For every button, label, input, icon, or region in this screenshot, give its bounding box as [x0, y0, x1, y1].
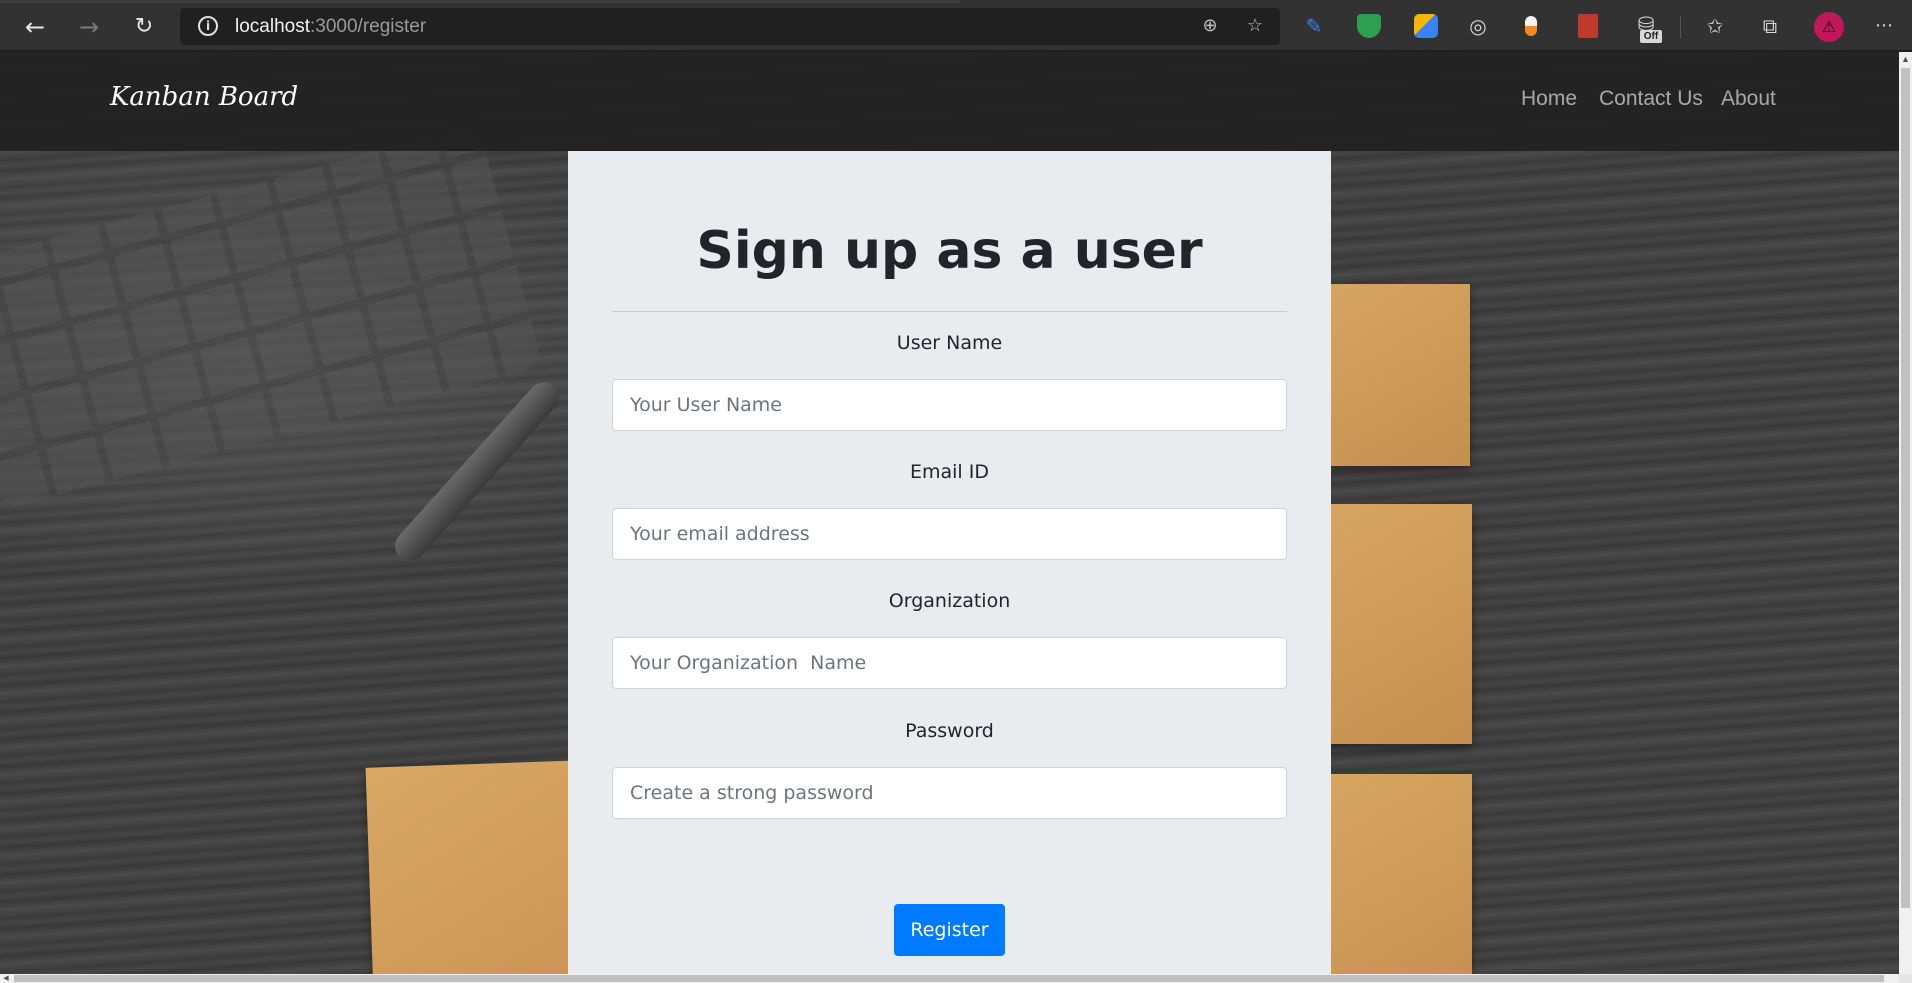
user-name-label: User Name	[896, 332, 1003, 354]
nav-link-home[interactable]: Home	[1521, 87, 1577, 111]
nav-link-about[interactable]: About	[1721, 87, 1776, 111]
browser-toolbar: ← → ↻ i localhost:3000/register ⊕ ☆ ✎ ◎ …	[0, 0, 1912, 51]
scrollbar-corner	[1899, 974, 1912, 983]
favorites-icon[interactable]: ✩	[1701, 12, 1729, 40]
background-keyboard	[0, 123, 543, 511]
horizontal-scrollbar[interactable]: ◀	[0, 974, 1899, 983]
zoom-icon[interactable]: ⊕	[1198, 14, 1222, 38]
url-text[interactable]: localhost:3000/register	[235, 16, 426, 38]
scroll-up-arrow-icon[interactable]: ▲	[1899, 52, 1912, 66]
forward-arrow-icon[interactable]: →	[72, 10, 106, 44]
title-divider	[612, 311, 1287, 312]
page-title: Sign up as a user	[696, 221, 1203, 281]
brand-logo[interactable]: Kanban Board	[110, 82, 298, 112]
tab-strip-edge	[0, 0, 960, 3]
target-extension-icon[interactable]: ◎	[1464, 12, 1492, 40]
page-background: Kanban Board Home Contact Us About Sign …	[0, 52, 1899, 974]
more-menu-icon[interactable]: ⋯	[1870, 12, 1898, 40]
warning-icon: ⚠	[1821, 17, 1837, 36]
site-navbar: Kanban Board Home Contact Us About	[0, 52, 1899, 151]
off-badge: Off	[1640, 30, 1662, 43]
capsule-extension-icon[interactable]	[1525, 16, 1537, 36]
add-favorite-icon[interactable]: ☆	[1243, 14, 1267, 38]
register-button[interactable]: Register	[894, 904, 1005, 956]
book-extension-icon[interactable]	[1578, 14, 1598, 38]
email-label: Email ID	[910, 461, 989, 483]
vertical-scroll-thumb[interactable]	[1901, 68, 1910, 908]
url-path: :3000/register	[310, 16, 427, 37]
address-bar[interactable]: i localhost:3000/register ⊕ ☆	[180, 8, 1280, 45]
email-input[interactable]	[612, 508, 1287, 560]
password-label: Password	[905, 720, 994, 742]
background-pen	[388, 376, 566, 568]
scroll-left-arrow-icon[interactable]: ◀	[0, 974, 12, 983]
site-info-icon[interactable]: i	[198, 16, 218, 36]
shield-extension-icon[interactable]	[1357, 14, 1381, 38]
reload-icon[interactable]: ↻	[127, 10, 161, 44]
vertical-scrollbar[interactable]: ▲	[1899, 52, 1912, 974]
back-arrow-icon[interactable]: ←	[18, 10, 52, 44]
nav-link-contact-us[interactable]: Contact Us	[1599, 87, 1703, 111]
horizontal-scroll-thumb[interactable]	[14, 975, 1884, 982]
signup-card: Sign up as a user User Name Email ID Org…	[568, 151, 1331, 974]
collections-icon[interactable]: ⧉	[1756, 12, 1784, 40]
organization-label: Organization	[888, 590, 1011, 612]
pen-extension-icon[interactable]: ✎	[1300, 12, 1328, 40]
color-picker-extension-icon[interactable]	[1414, 14, 1438, 38]
user-name-input[interactable]	[612, 379, 1287, 431]
url-host: localhost	[235, 16, 310, 37]
password-input[interactable]	[612, 767, 1287, 819]
toolbar-separator	[1680, 16, 1681, 38]
organization-input[interactable]	[612, 637, 1287, 689]
